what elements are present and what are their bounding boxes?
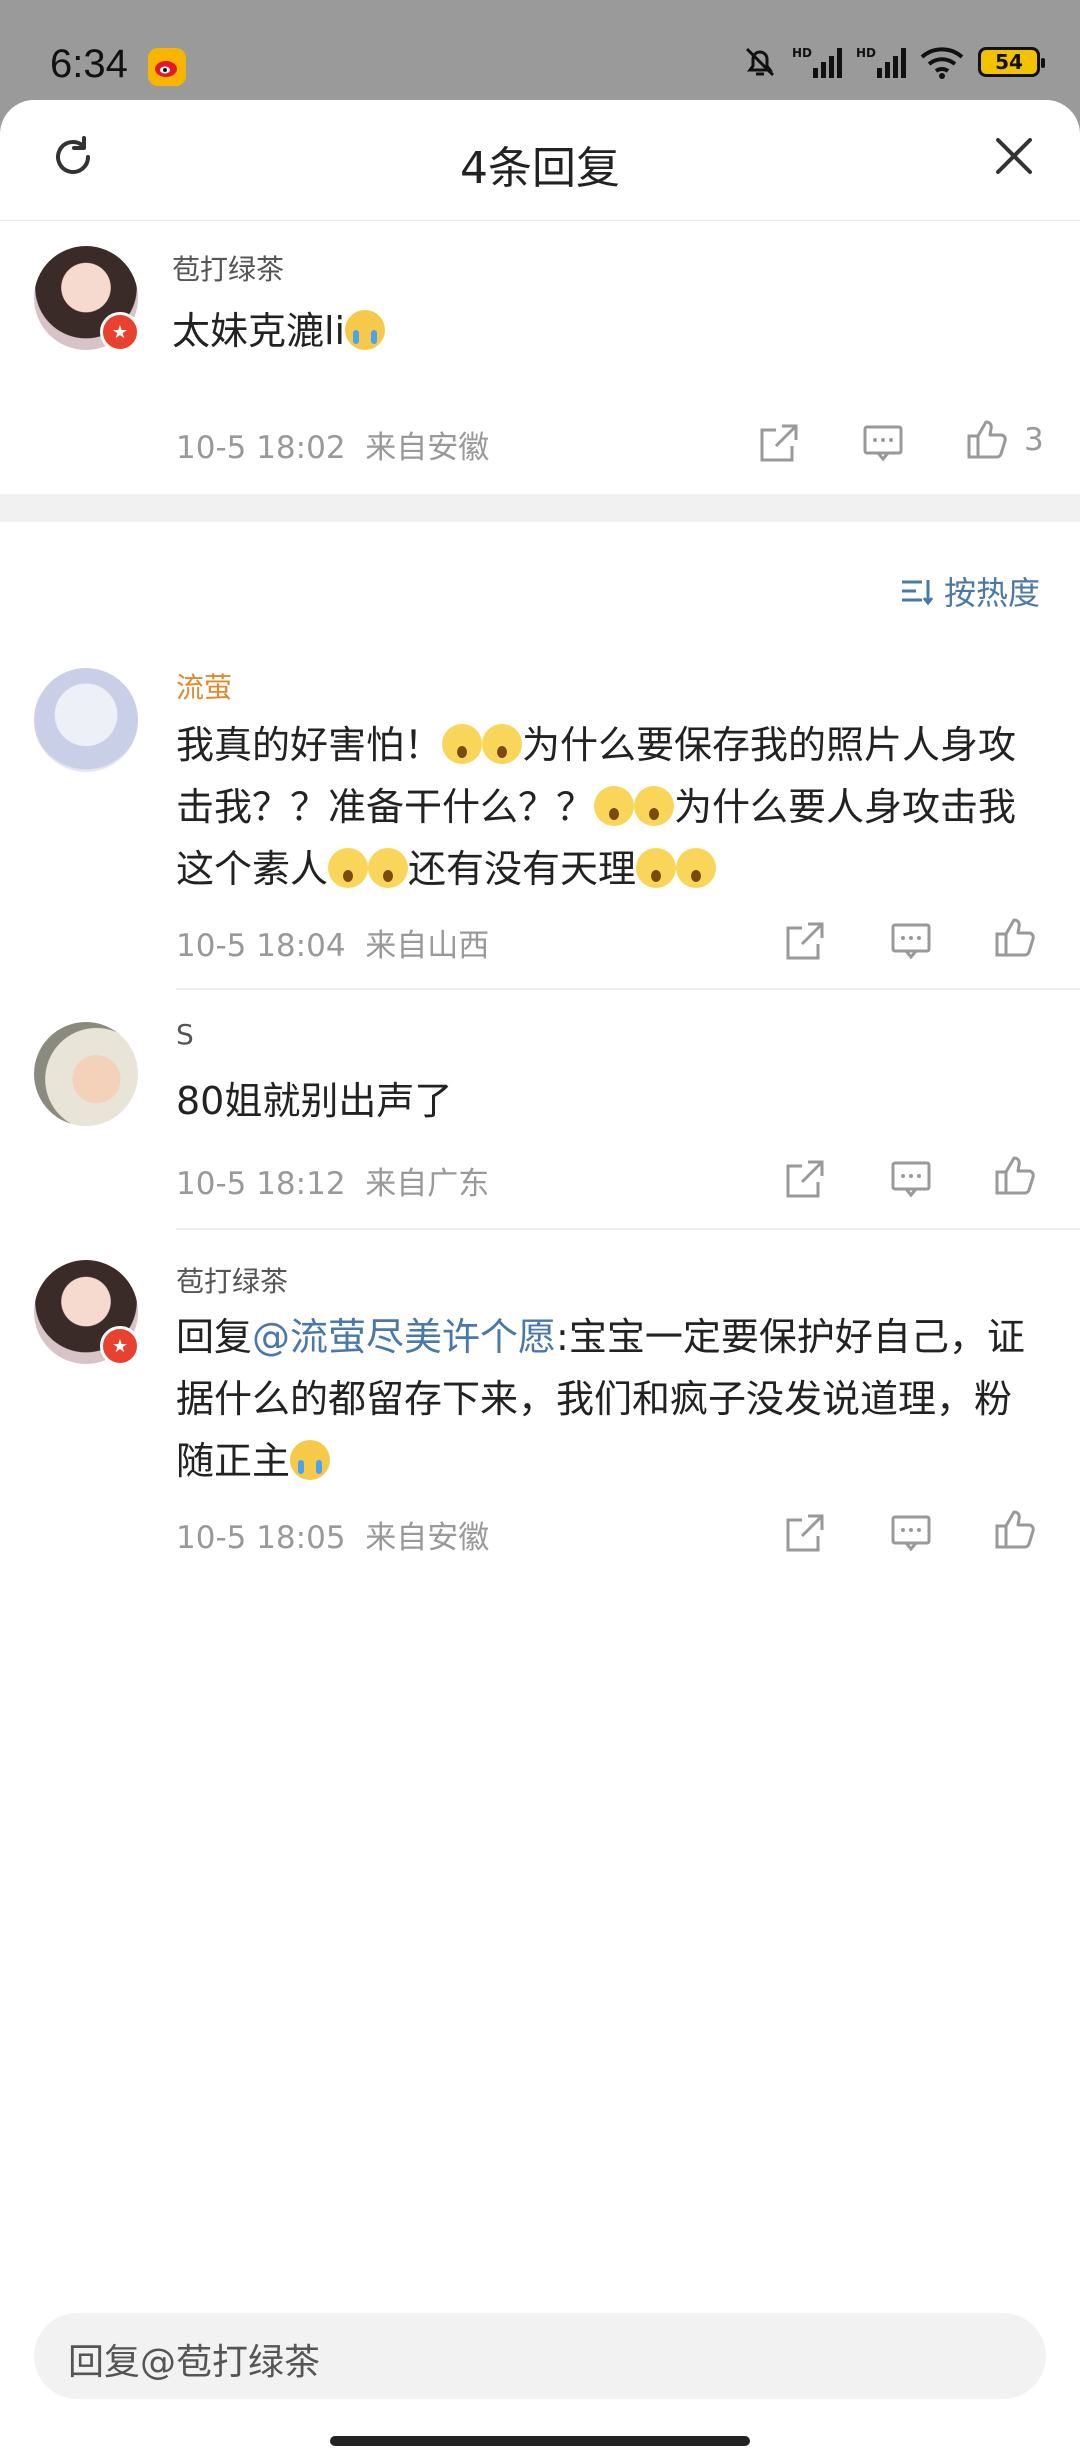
comment-text-body: 太妹克漉li [172, 309, 346, 353]
row-divider [176, 988, 1080, 990]
reply-location: 来自广东 [365, 1166, 490, 1202]
scared-emoji-icon [368, 848, 409, 888]
share-icon[interactable] [782, 1156, 828, 1202]
status-time: 6:34 [50, 42, 128, 86]
mute-bell-icon [745, 47, 775, 77]
like-icon[interactable] [992, 914, 1038, 960]
reply-text: 80姐就别出声了 [176, 1070, 452, 1132]
comment-icon[interactable] [888, 918, 934, 964]
reply-location: 来自山西 [365, 928, 490, 964]
verified-badge-icon: ★ [100, 1326, 140, 1366]
crying-emoji-icon [345, 310, 386, 350]
reply-prefix: 回复 [176, 1315, 253, 1359]
section-divider [0, 494, 1080, 522]
reply-timestamp: 10-5 18:12 来自广东 [176, 1158, 489, 1203]
reply-timestamp: 10-5 18:04 来自山西 [176, 920, 489, 965]
page-title: 4条回复 [460, 143, 620, 194]
reply-time: 10-5 18:04 [176, 928, 346, 964]
avatar[interactable] [34, 1022, 138, 1126]
reply-text: 回复@流萤尽美许个愿:宝宝一定要保护好自己，证据什么的都留存下来，我们和疯子没发… [176, 1306, 1036, 1492]
sort-icon [901, 580, 934, 606]
comment-timestamp: 10-5 18:02 来自安徽 [176, 422, 489, 467]
sort-label: 按热度 [943, 574, 1040, 612]
crying-emoji-icon [290, 1440, 331, 1480]
share-icon[interactable] [782, 918, 828, 964]
comment-icon[interactable] [888, 1156, 934, 1202]
signal-icon-1: HD [792, 46, 842, 78]
scared-emoji-icon [594, 786, 635, 826]
share-icon[interactable] [756, 420, 802, 466]
reply-time: 10-5 18:05 [176, 1520, 346, 1556]
signal-icon-2: HD [856, 46, 906, 78]
mention-link[interactable]: @流萤尽美许个愿 [252, 1315, 556, 1359]
scared-emoji-icon [482, 724, 523, 764]
row-divider [176, 1228, 1080, 1230]
sheet-header: 4条回复 [0, 100, 1080, 221]
reply-sheet: 4条回复 ★ 苞打绿茶 太妹克漉li 10-5 18:02 来自安徽 3 按热度… [0, 100, 1080, 2460]
comment-location: 来自安徽 [365, 430, 490, 466]
reply-text-part: 还有没有天理 [408, 847, 637, 891]
reply-username[interactable]: 流萤 [176, 666, 232, 706]
scared-emoji-icon [634, 786, 675, 826]
reply-username[interactable]: 苞打绿茶 [176, 1260, 288, 1300]
reply-text-part: 我真的好害怕！ [176, 723, 443, 767]
sort-button[interactable]: 按热度 [900, 568, 1040, 614]
share-icon[interactable] [782, 1510, 828, 1556]
weibo-app-icon [148, 48, 186, 86]
comment-time: 10-5 18:02 [176, 430, 346, 466]
hd-label-1: HD [791, 46, 812, 60]
reply-location: 来自安徽 [365, 1520, 490, 1556]
scared-emoji-icon [442, 724, 483, 764]
reply-username[interactable]: S [176, 1018, 194, 1051]
comment-username[interactable]: 苞打绿茶 [172, 248, 284, 288]
reply-time: 10-5 18:12 [176, 1166, 346, 1202]
comment-icon[interactable] [888, 1510, 934, 1556]
wifi-icon [920, 47, 964, 79]
home-indicator[interactable] [330, 2436, 750, 2446]
like-icon[interactable] [992, 1506, 1038, 1552]
status-icons: HD HD 54 [742, 44, 1045, 80]
like-count: 3 [1024, 422, 1044, 458]
scared-emoji-icon [676, 848, 717, 888]
avatar[interactable] [34, 668, 138, 772]
like-icon[interactable] [964, 416, 1010, 462]
battery-icon: 54 [978, 47, 1045, 77]
scared-emoji-icon [636, 848, 677, 888]
comment-text: 太妹克漉li [172, 300, 386, 362]
close-icon[interactable] [992, 134, 1036, 178]
verified-badge-icon: ★ [100, 312, 140, 352]
reply-input-placeholder: 回复@苞打绿茶 [68, 2342, 321, 2383]
reply-text-body: 80姐就别出声了 [176, 1079, 453, 1123]
comment-icon[interactable] [860, 420, 906, 466]
reply-timestamp: 10-5 18:05 来自安徽 [176, 1512, 489, 1557]
hd-label-2: HD [855, 46, 876, 60]
like-icon[interactable] [992, 1152, 1038, 1198]
reply-text: 我真的好害怕！ 为什么要保存我的照片人身攻击我？？准备干什么？？ 为什么要人身攻击我… [176, 714, 1046, 900]
reply-input[interactable]: 回复@苞打绿茶 [34, 2313, 1046, 2399]
scared-emoji-icon [328, 848, 369, 888]
